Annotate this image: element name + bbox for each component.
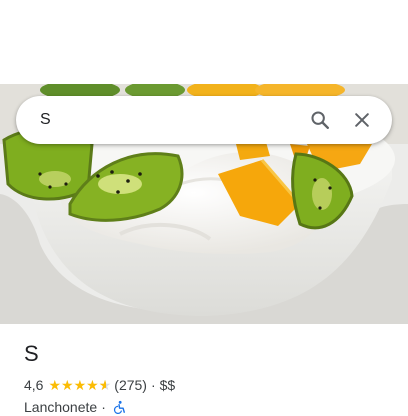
place-title[interactable]: S <box>24 340 392 368</box>
category-row: Lanchonete · <box>24 398 392 416</box>
wheelchair-icon <box>113 400 125 415</box>
rating-value: 4,6 <box>24 377 44 393</box>
star-icon: ★ <box>86 377 99 393</box>
separator-dot: · <box>150 377 156 393</box>
rating-row[interactable]: 4,6 ★ ★ ★ ★ ★ (275) · $$ <box>24 376 392 394</box>
separator-dot: · <box>101 399 106 415</box>
search-icon <box>311 111 329 129</box>
place-info-panel[interactable]: S 4,6 ★ ★ ★ ★ ★ (275) · $$ Lanchonete · <box>24 340 392 416</box>
half-star-icon: ★ <box>99 376 112 394</box>
place-category: Lanchonete <box>24 399 98 415</box>
search-button[interactable] <box>302 102 338 138</box>
star-icon: ★ <box>61 377 74 393</box>
star-icon: ★ <box>73 377 87 393</box>
search-bar[interactable] <box>16 96 392 144</box>
star-icon: ★ <box>48 377 62 393</box>
price-level: $$ <box>159 377 176 393</box>
review-count[interactable]: (275) <box>114 376 147 394</box>
search-input[interactable] <box>40 108 296 132</box>
close-icon <box>355 113 369 127</box>
star-rating: ★ ★ ★ ★ ★ <box>48 376 111 394</box>
clear-search-button[interactable] <box>344 102 380 138</box>
